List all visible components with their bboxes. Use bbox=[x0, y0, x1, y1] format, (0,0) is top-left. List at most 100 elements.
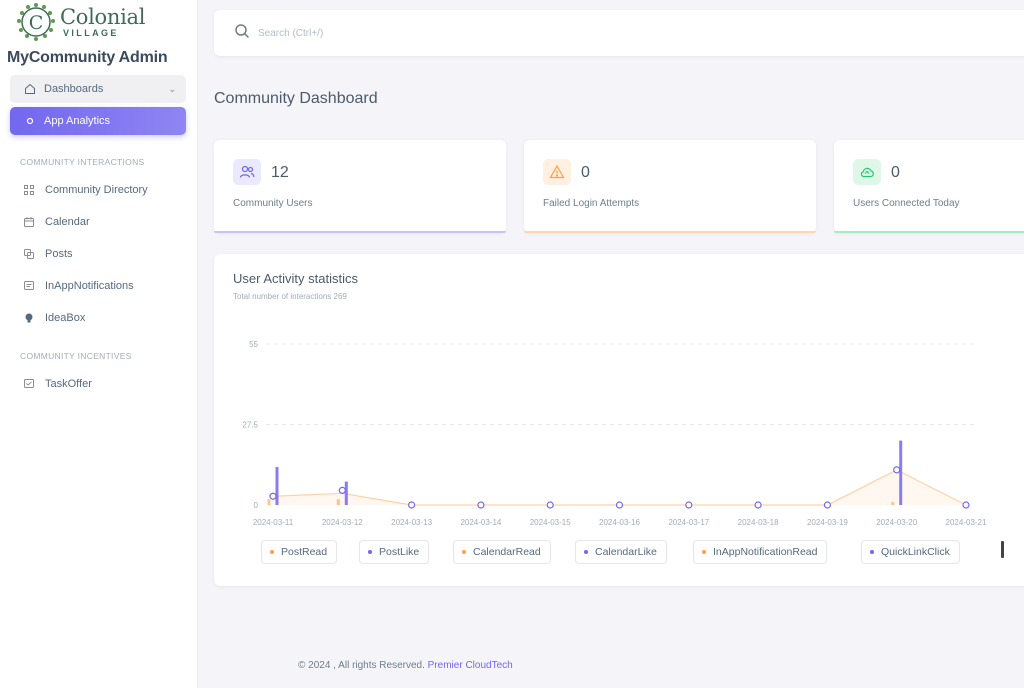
stat-label: Users Connected Today bbox=[853, 198, 960, 209]
task-icon bbox=[22, 377, 36, 391]
search-input[interactable] bbox=[258, 27, 558, 39]
section-label-incentives: COMMUNITY INCENTIVES bbox=[20, 351, 132, 361]
x-tick-label: 2024-03-12 bbox=[322, 518, 363, 527]
y-tick-label: 0 bbox=[254, 501, 259, 510]
sidebar-item-app-analytics[interactable]: App Analytics bbox=[10, 107, 186, 135]
sidebar-item-label: App Analytics bbox=[44, 115, 111, 127]
sidebar-item-inappnotifications[interactable]: InAppNotifications bbox=[22, 278, 134, 294]
x-tick-label: 2024-03-16 bbox=[599, 518, 640, 527]
data-point-marker bbox=[754, 501, 762, 509]
stat-value: 12 bbox=[271, 164, 289, 181]
chevron-down-icon: ⌄ bbox=[168, 84, 176, 94]
bar-PostRead bbox=[336, 499, 340, 505]
stat-label: Failed Login Attempts bbox=[543, 198, 640, 209]
lightbulb-icon bbox=[22, 311, 36, 325]
legend-dot bbox=[270, 550, 274, 554]
footer-text: © 2024 , All rights Reserved. bbox=[298, 660, 425, 671]
legend-item-postlike[interactable]: PostLike bbox=[359, 540, 430, 564]
y-tick-label: 55 bbox=[249, 340, 258, 349]
stat-card-accent bbox=[214, 231, 506, 233]
x-tick-label: 2024-03-14 bbox=[460, 518, 501, 527]
legend-dot bbox=[870, 550, 874, 554]
search-bar[interactable] bbox=[214, 10, 1024, 56]
sidebar-item-label: Dashboards bbox=[44, 83, 104, 95]
legend-label: InAppNotificationRead bbox=[713, 546, 818, 558]
x-tick-label: 2024-03-13 bbox=[391, 518, 432, 527]
activity-chart-card: 0 27.5 55 2024-03-11 2024-03-12 2024-03-13 202… bbox=[214, 254, 1024, 586]
logo-name: Colonial bbox=[60, 4, 146, 29]
directory-icon bbox=[22, 183, 36, 197]
legend-dot bbox=[462, 550, 466, 554]
stat-card-accent bbox=[834, 231, 1024, 233]
data-point-marker bbox=[685, 501, 693, 509]
chart-subtitle: Total number of interactions 269 bbox=[233, 292, 347, 301]
bar-PostLike bbox=[899, 440, 903, 505]
x-tick-label: 2024-03-11 bbox=[253, 518, 294, 527]
legend-dot bbox=[368, 550, 372, 554]
stat-card-failed-logins: 0 Failed Login Attempts bbox=[524, 140, 816, 233]
sidebar-item-label: Community Directory bbox=[45, 184, 148, 196]
bar-PostRead bbox=[267, 499, 271, 505]
y-tick-label: 27.5 bbox=[242, 421, 258, 430]
bar-PostLike bbox=[344, 481, 348, 505]
sidebar-item-label: Posts bbox=[45, 248, 73, 260]
sidebar-item-label: InAppNotifications bbox=[45, 280, 134, 292]
data-point-marker bbox=[269, 492, 277, 500]
bar-PostLike bbox=[275, 466, 279, 505]
legend-label: CalendarLike bbox=[595, 546, 657, 558]
legend-item-quicklinkclick[interactable]: QuickLinkClick bbox=[861, 540, 960, 564]
sidebar-item-calendar[interactable]: Calendar bbox=[22, 214, 90, 230]
sidebar-item-posts[interactable]: Posts bbox=[22, 246, 73, 262]
home-icon bbox=[23, 82, 37, 96]
posts-icon bbox=[22, 247, 36, 261]
legend-label: CalendarRead bbox=[473, 546, 541, 558]
brand-logo[interactable]: C Colonial VILLAGE bbox=[16, 2, 145, 42]
sidebar-item-label: IdeaBox bbox=[45, 312, 86, 324]
data-point-marker bbox=[408, 501, 416, 509]
x-tick-label: 2024-03-18 bbox=[738, 518, 779, 527]
sidebar-item-taskoffer[interactable]: TaskOffer bbox=[22, 376, 92, 392]
legend-item-postread[interactable]: PostRead bbox=[261, 540, 338, 564]
stat-card-users-connected: 0 Users Connected Today bbox=[834, 140, 1024, 233]
x-tick-label: 2024-03-19 bbox=[807, 518, 848, 527]
sidebar-item-dashboards[interactable]: Dashboards ⌄ bbox=[10, 75, 186, 103]
data-point-marker bbox=[338, 486, 346, 494]
bar-PostRead bbox=[891, 502, 895, 505]
laurel-logo-icon: C bbox=[16, 2, 56, 42]
sidebar-item-label: TaskOffer bbox=[45, 378, 92, 390]
legend-dot bbox=[584, 550, 588, 554]
legend-item-calendarlike[interactable]: CalendarLike bbox=[575, 540, 667, 564]
footer: © 2024 , All rights Reserved. Premier Cl… bbox=[298, 660, 513, 671]
sidebar-item-ideabox[interactable]: IdeaBox bbox=[22, 310, 85, 326]
legend-dot bbox=[702, 550, 706, 554]
stat-value: 0 bbox=[891, 164, 900, 181]
warning-icon bbox=[543, 159, 571, 185]
sidebar-item-label: Calendar bbox=[45, 216, 90, 228]
stat-label: Community Users bbox=[233, 198, 313, 209]
data-point-marker bbox=[962, 501, 970, 509]
chart-title: User Activity statistics bbox=[233, 271, 358, 286]
logo-subtitle: VILLAGE bbox=[63, 27, 119, 38]
footer-link[interactable]: Premier CloudTech bbox=[428, 660, 513, 671]
stat-card-community-users: 12 Community Users bbox=[214, 140, 506, 233]
x-tick-label: 2024-03-21 bbox=[946, 518, 987, 527]
notification-icon bbox=[22, 279, 36, 293]
sidebar: C Colonial VILLAGE MyCommunity Admin Das… bbox=[0, 0, 198, 688]
page-title: Community Dashboard bbox=[214, 90, 378, 107]
cloud-icon bbox=[853, 159, 881, 185]
admin-title: MyCommunity Admin bbox=[7, 49, 168, 66]
legend-label: PostLike bbox=[379, 546, 420, 558]
legend-item-calendarread[interactable]: CalendarRead bbox=[453, 540, 551, 564]
data-point-marker bbox=[477, 501, 485, 509]
legend-scroll-handle[interactable] bbox=[1001, 541, 1004, 558]
data-point-marker bbox=[546, 501, 554, 509]
svg-text:C: C bbox=[29, 12, 44, 34]
section-label-interactions: COMMUNITY INTERACTIONS bbox=[20, 157, 145, 167]
data-point-marker bbox=[615, 501, 624, 509]
sidebar-item-community-directory[interactable]: Community Directory bbox=[22, 182, 148, 198]
legend-item-inappnotificationread[interactable]: InAppNotificationRead bbox=[693, 540, 828, 564]
circle-icon bbox=[23, 114, 37, 128]
stat-card-accent bbox=[524, 231, 816, 233]
users-icon bbox=[233, 159, 261, 185]
x-tick-label: 2024-03-15 bbox=[530, 518, 571, 527]
